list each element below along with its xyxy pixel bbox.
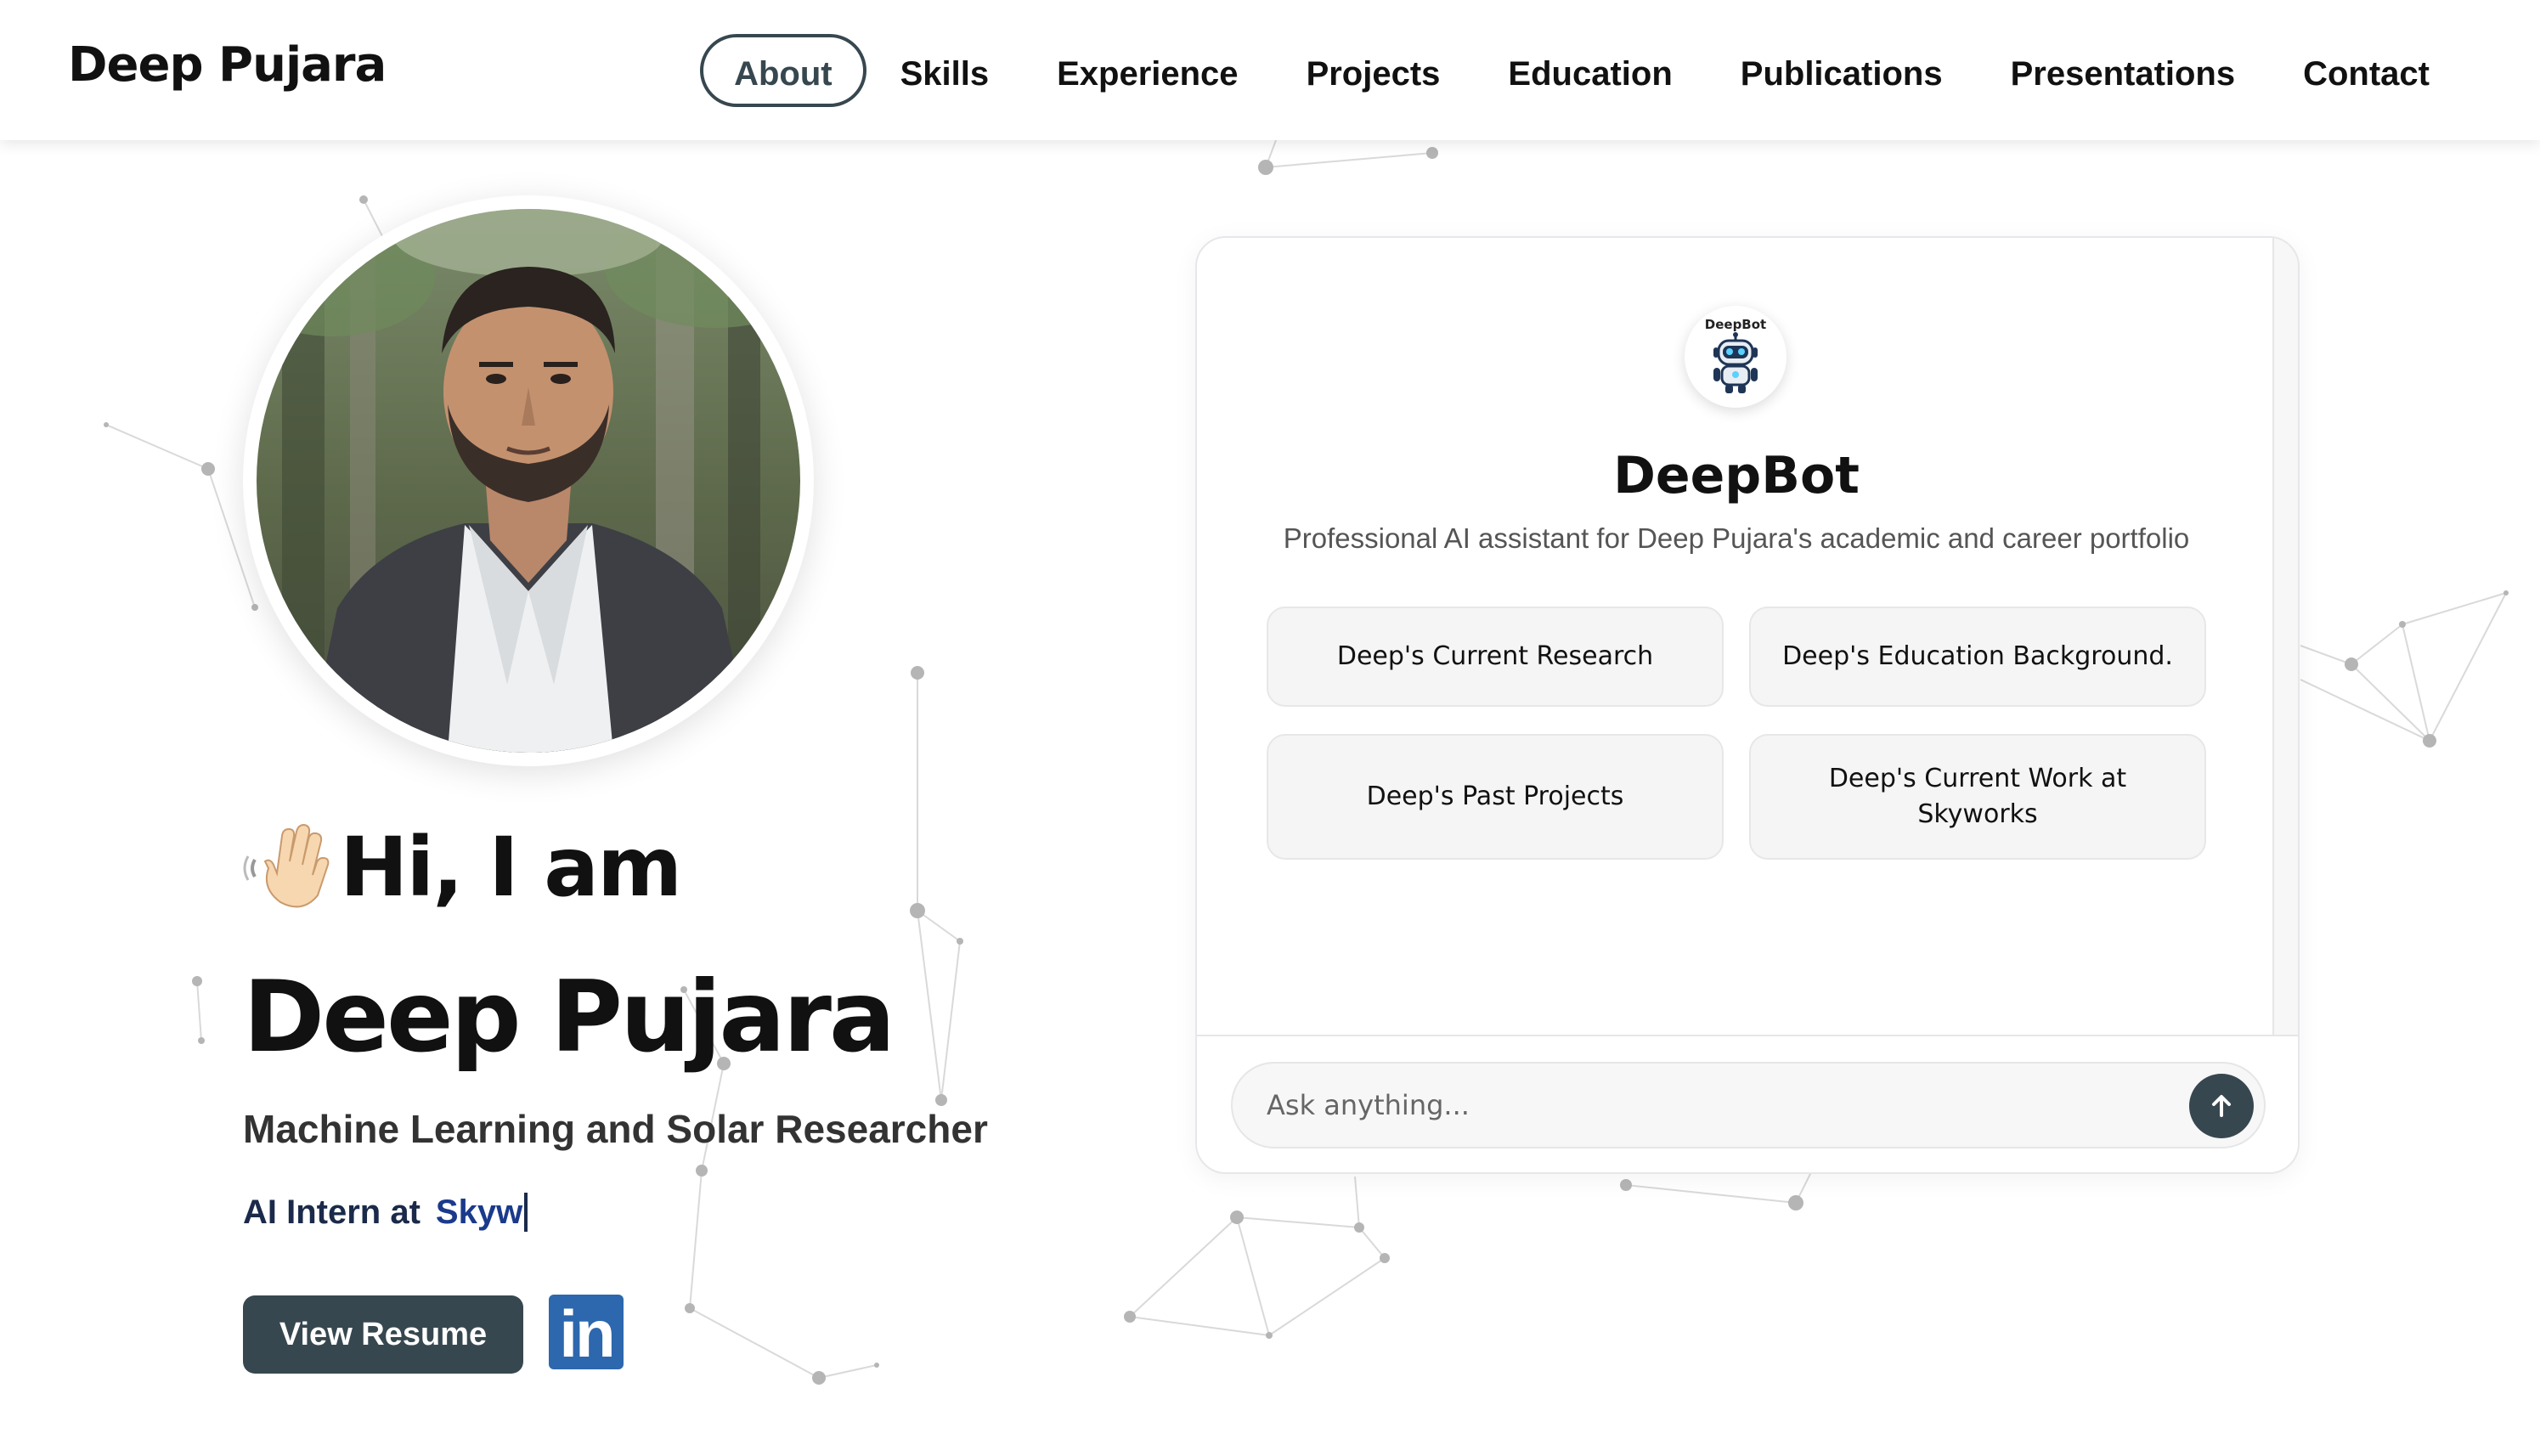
suggestion-current-work[interactable]: Deep's Current Work at Skyworks — [1749, 734, 2206, 860]
linkedin-icon-text: in — [559, 1296, 615, 1371]
suggestion-education-background[interactable]: Deep's Education Background. — [1749, 607, 2206, 707]
typed-prefix: AI Intern at — [243, 1193, 421, 1231]
profile-photo — [257, 209, 800, 753]
chatbot-title: DeepBot — [1613, 446, 1860, 505]
navbar: Deep Pujara About Skills Experience Proj… — [0, 0, 2540, 140]
brand-logo-text[interactable]: Deep Pujara — [68, 37, 387, 93]
nav-link-about[interactable]: About — [700, 34, 866, 107]
greeting: Hi, I am — [243, 820, 682, 915]
suggestion-current-research[interactable]: Deep's Current Research — [1267, 607, 1724, 707]
arrow-up-icon — [2212, 1095, 2231, 1117]
waving-hand-icon — [243, 823, 330, 908]
bot-avatar-label: DeepBot — [1704, 317, 1767, 332]
nav-link-contact[interactable]: Contact — [2269, 34, 2464, 107]
linkedin-icon[interactable]: in — [549, 1295, 624, 1369]
chat-scrollbar[interactable] — [2272, 238, 2298, 1035]
nav-link-education[interactable]: Education — [1474, 34, 1706, 107]
typed-company: Skyw — [435, 1193, 523, 1231]
typing-cursor — [524, 1193, 528, 1232]
hero-role: Machine Learning and Solar Researcher — [243, 1107, 988, 1151]
suggestion-past-projects[interactable]: Deep's Past Projects — [1267, 734, 1724, 860]
chat-input-bar — [1197, 1035, 2298, 1172]
send-button[interactable] — [2189, 1074, 2254, 1138]
robot-icon: DeepBot — [1685, 306, 1786, 408]
page-root: Deep Pujara About Skills Experience Proj… — [0, 0, 2540, 1456]
nav-link-presentations[interactable]: Presentations — [1977, 34, 2270, 107]
nav-link-publications[interactable]: Publications — [1707, 34, 1977, 107]
view-resume-button[interactable]: View Resume — [243, 1295, 523, 1374]
nav-link-projects[interactable]: Projects — [1273, 34, 1475, 107]
nav-link-skills[interactable]: Skills — [866, 34, 1024, 107]
chatbot-card: DeepBot DeepBot Professional AI assistan… — [1195, 236, 2300, 1174]
hero-name: Deep Pujara — [243, 960, 895, 1075]
typed-headline: AI Intern at Skyw — [243, 1193, 528, 1232]
nav-link-experience[interactable]: Experience — [1023, 34, 1272, 107]
chatbot-subtitle: Professional AI assistant for Deep Pujar… — [1283, 522, 2190, 554]
chat-input[interactable] — [1231, 1062, 2266, 1148]
robot-figure — [1713, 332, 1758, 393]
profile-photo-frame — [243, 195, 814, 766]
greeting-text: Hi, I am — [340, 820, 682, 915]
nav-links: About Skills Experience Projects Educati… — [700, 34, 2464, 107]
